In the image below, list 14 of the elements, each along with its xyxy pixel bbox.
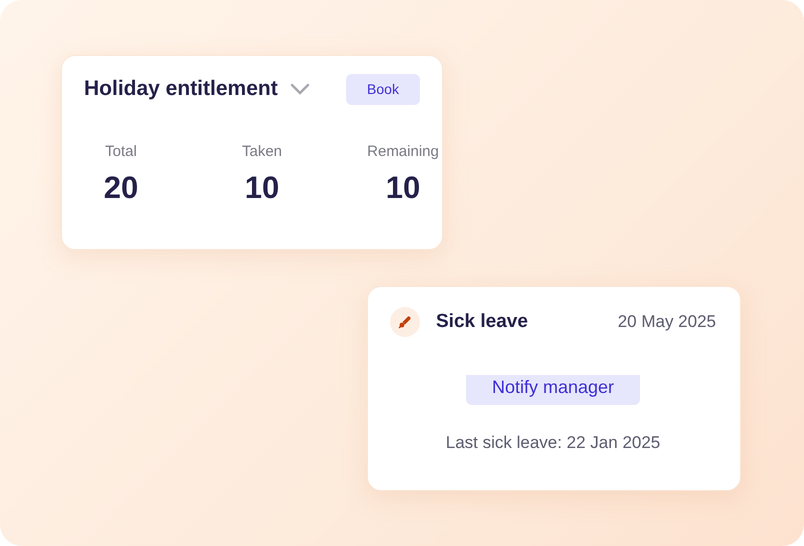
notify-manager-button[interactable]: Notify manager	[466, 375, 640, 405]
chevron-down-icon[interactable]	[290, 83, 310, 95]
stat-value: 10	[386, 170, 420, 206]
thermometer-icon	[390, 307, 420, 337]
book-button[interactable]: Book	[346, 74, 420, 104]
date-text: 20 May 2025	[618, 312, 716, 332]
stat-label: Total	[105, 143, 137, 160]
stat-value: 20	[104, 170, 138, 206]
card-title: Sick leave	[436, 311, 528, 333]
stat-value: 10	[244, 170, 280, 206]
stat-label: Taken	[242, 143, 282, 160]
last-sick-leave-text: Last sick leave: 22 Jan 2025	[446, 433, 660, 453]
stat-label: Remaining	[367, 143, 439, 160]
card-title: Holiday entitlement	[84, 77, 278, 101]
